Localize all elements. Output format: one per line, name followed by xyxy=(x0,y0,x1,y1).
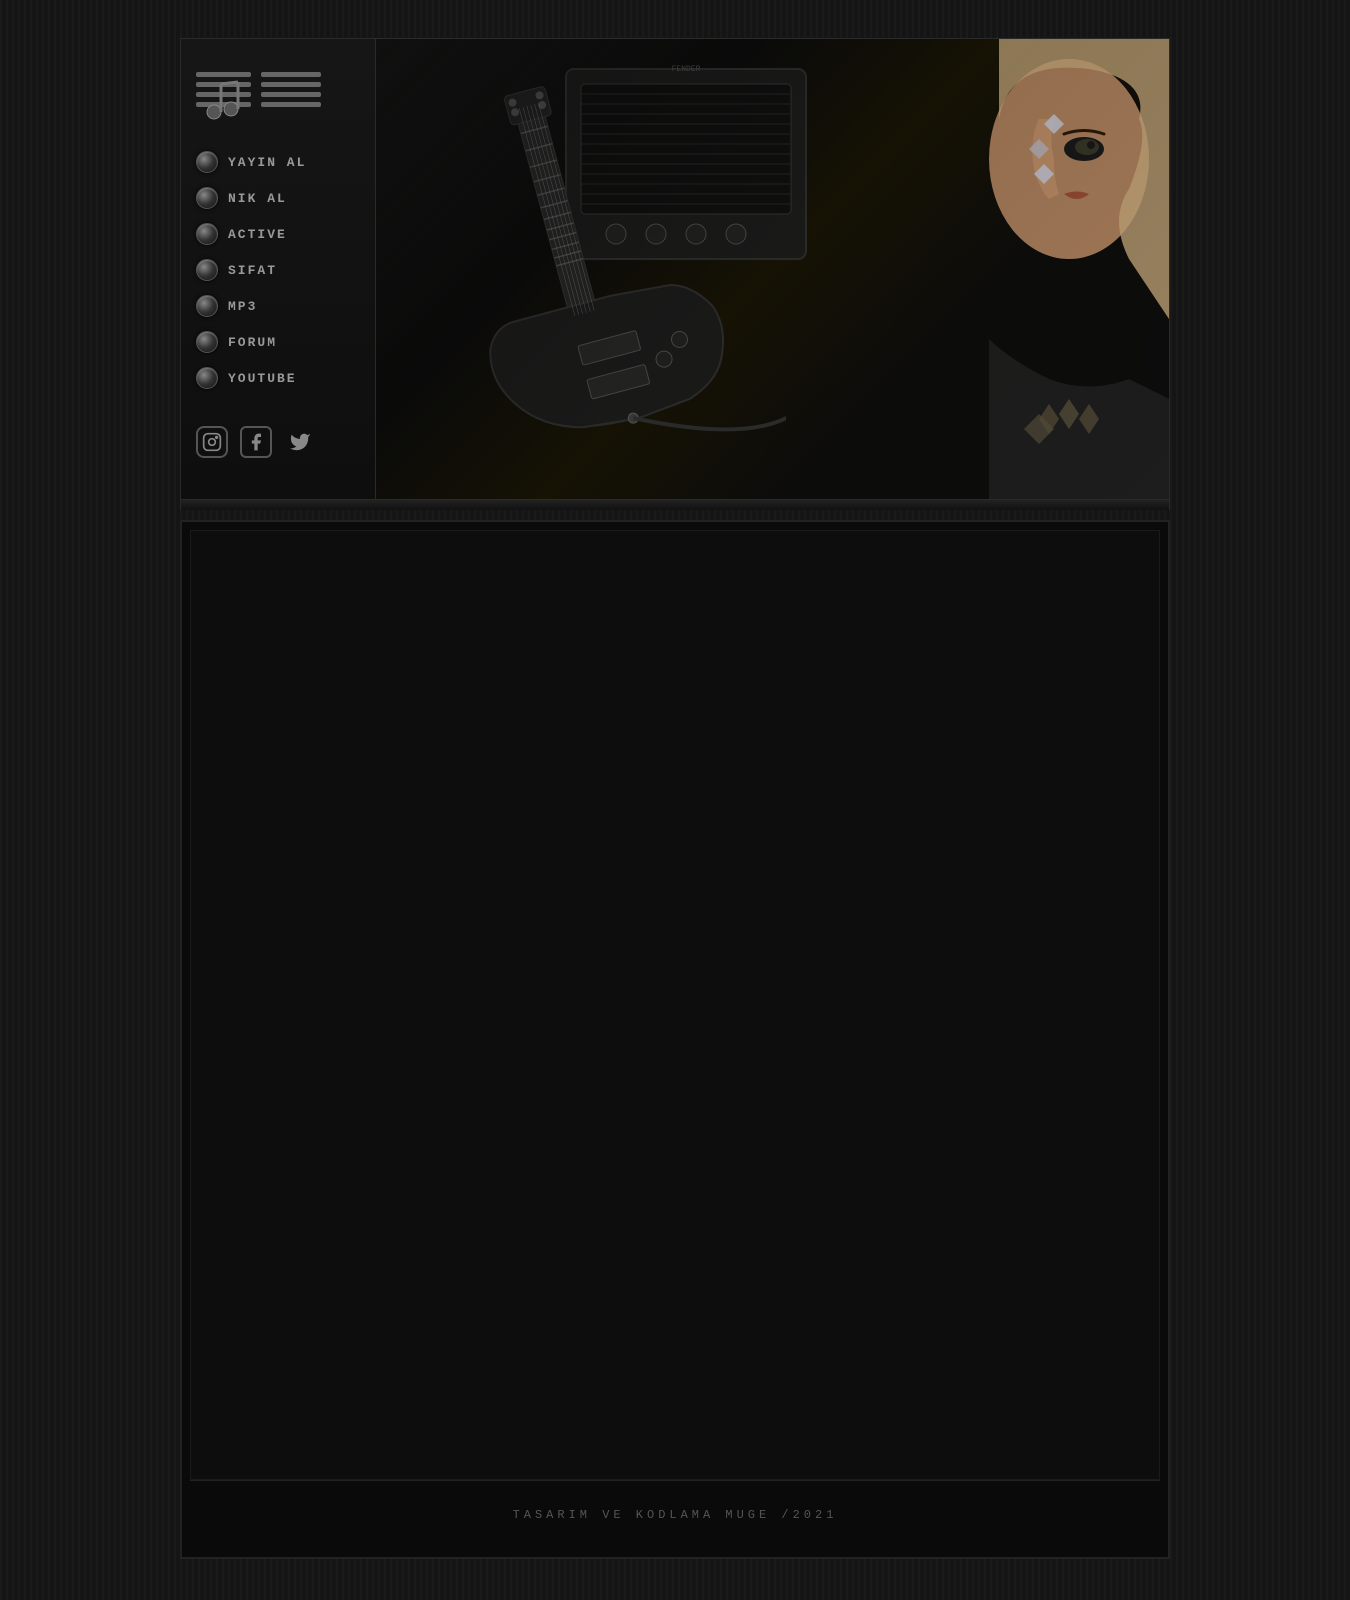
nav-item-nik-al[interactable]: NIK AL xyxy=(181,180,375,216)
nav-label-yayin-al: YAYIN AL xyxy=(228,155,306,170)
separator xyxy=(180,500,1170,510)
nav-item-sifat[interactable]: SIFAT xyxy=(181,252,375,288)
nav-label-nik-al: NIK AL xyxy=(228,191,287,206)
main-content-wrapper: TASARIM VE KODLAMA MUGE /2021 xyxy=(180,520,1170,1559)
nav-bullet xyxy=(196,367,218,389)
nav-bullet xyxy=(196,223,218,245)
nav-label-forum: FORUM xyxy=(228,335,277,350)
logo-area xyxy=(181,54,375,144)
nav-label-mp3: MP3 xyxy=(228,299,257,314)
nav-bullet xyxy=(196,187,218,209)
sidebar: YAYIN AL NIK AL ACTIVE SIFAT MP3 FORUM xyxy=(181,39,376,499)
nav-label-sifat: SIFAT xyxy=(228,263,277,278)
social-icons-group xyxy=(181,406,375,468)
instagram-icon[interactable] xyxy=(196,426,228,458)
nav-bullet xyxy=(196,295,218,317)
footer-text: TASARIM VE KODLAMA MUGE /2021 xyxy=(190,1493,1160,1537)
nav-item-forum[interactable]: FORUM xyxy=(181,324,375,360)
nav-item-active[interactable]: ACTIVE xyxy=(181,216,375,252)
outer-container: YAYIN AL NIK AL ACTIVE SIFAT MP3 FORUM xyxy=(0,0,1350,1600)
nav-item-mp3[interactable]: MP3 xyxy=(181,288,375,324)
facebook-icon[interactable] xyxy=(240,426,272,458)
nav-item-youtube[interactable]: YOUTUBE xyxy=(181,360,375,396)
twitter-icon[interactable] xyxy=(284,426,316,458)
nav-label-active: ACTIVE xyxy=(228,227,287,242)
nav-item-yayin-al[interactable]: YAYIN AL xyxy=(181,144,375,180)
nav-label-youtube: YOUTUBE xyxy=(228,371,297,386)
nav-bullet xyxy=(196,331,218,353)
nav-bullet xyxy=(196,259,218,281)
hero-overlay xyxy=(376,39,1169,499)
site-logo xyxy=(196,64,326,124)
content-area xyxy=(190,530,1160,1480)
nav-bullet xyxy=(196,151,218,173)
footer: TASARIM VE KODLAMA MUGE /2021 xyxy=(190,1480,1160,1549)
hero-image: FENDER xyxy=(376,39,1169,499)
top-section: YAYIN AL NIK AL ACTIVE SIFAT MP3 FORUM xyxy=(180,38,1170,500)
